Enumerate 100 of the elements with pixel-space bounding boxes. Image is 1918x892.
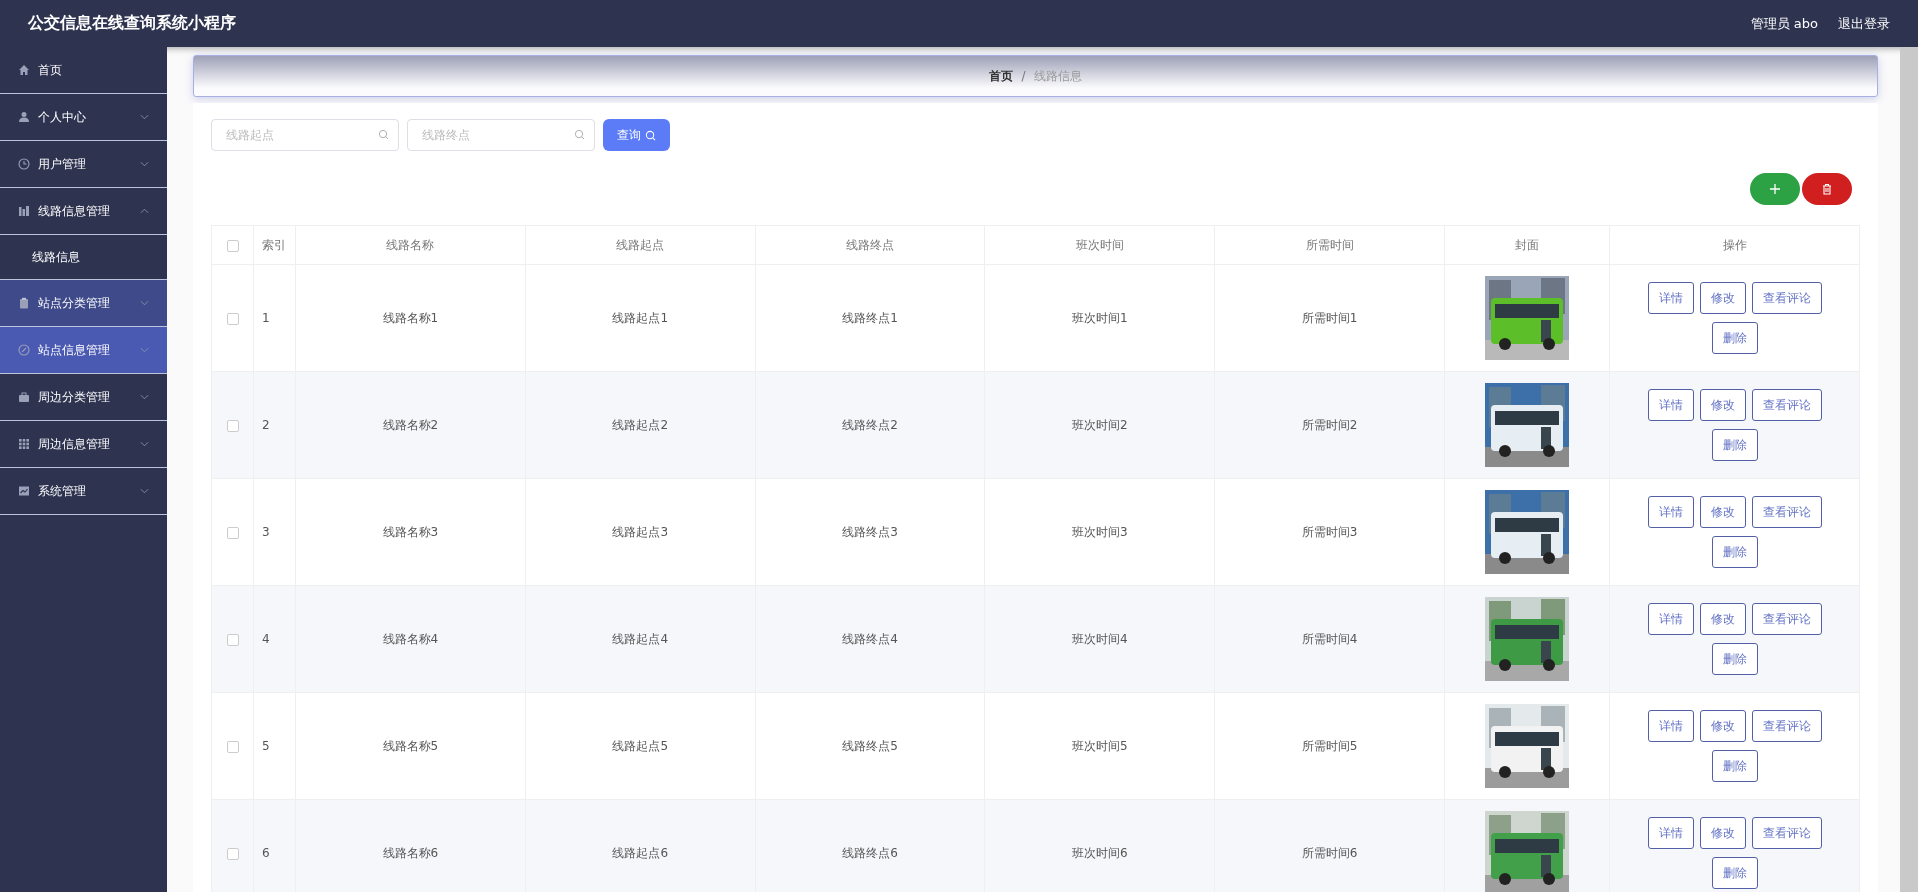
- delete-row-button[interactable]: 删除: [1711, 857, 1758, 889]
- table-cell: 线路名称6: [295, 799, 526, 892]
- table-cell: 所需时间2: [1214, 371, 1445, 479]
- table-cell: 线路终点1: [755, 264, 985, 372]
- table-cell: 6: [253, 799, 296, 892]
- search-field[interactable]: 线路起点: [211, 119, 399, 151]
- logout-link[interactable]: 退出登录: [1838, 14, 1890, 33]
- checkbox[interactable]: [226, 740, 239, 753]
- grid-icon: [18, 438, 30, 450]
- action-button[interactable]: 修改: [1699, 710, 1746, 742]
- action-button[interactable]: 详情: [1647, 817, 1694, 849]
- table-cell: 班次时间5: [984, 692, 1215, 800]
- delete-row-button[interactable]: 删除: [1711, 536, 1758, 568]
- action-button[interactable]: 修改: [1699, 817, 1746, 849]
- sidebar-item[interactable]: 站点分类管理: [0, 280, 167, 327]
- table-cell: 线路终点3: [755, 478, 985, 586]
- scrollbar[interactable]: [1900, 47, 1918, 892]
- table-cell: 线路起点2: [525, 371, 756, 479]
- column-header: 线路终点: [755, 225, 985, 265]
- user-name: 管理员 abo: [1750, 14, 1818, 33]
- compass-icon: [18, 344, 30, 356]
- checkbox[interactable]: [226, 419, 239, 432]
- table-cell: 班次时间2: [984, 371, 1215, 479]
- table-cell: 线路起点6: [525, 799, 756, 892]
- table-cell: 线路起点5: [525, 692, 756, 800]
- action-button[interactable]: 查看评论: [1751, 710, 1822, 742]
- table-cell: 线路名称5: [295, 692, 526, 800]
- action-button[interactable]: 详情: [1647, 710, 1694, 742]
- trash-icon: [1821, 183, 1833, 195]
- sidebar-item[interactable]: 用户管理: [0, 141, 167, 188]
- action-button[interactable]: 详情: [1647, 603, 1694, 635]
- table-cell: 线路起点4: [525, 585, 756, 693]
- add-button[interactable]: [1750, 173, 1800, 205]
- delete-row-button[interactable]: 删除: [1711, 643, 1758, 675]
- breadcrumb-item: 线路信息: [1033, 67, 1082, 85]
- action-button[interactable]: 详情: [1647, 496, 1694, 528]
- table-cell: 线路起点3: [525, 478, 756, 586]
- breadcrumb-item[interactable]: 首页: [989, 67, 1014, 85]
- table-cell: 线路终点2: [755, 371, 985, 479]
- table-cell: 线路名称1: [295, 264, 526, 372]
- checkbox[interactable]: [226, 633, 239, 646]
- delete-row-button[interactable]: 删除: [1711, 750, 1758, 782]
- action-button[interactable]: 详情: [1647, 282, 1694, 314]
- column-header: 操作: [1609, 225, 1860, 265]
- column-header: 线路起点: [525, 225, 756, 265]
- action-button[interactable]: 查看评论: [1751, 496, 1822, 528]
- table-cell: 3: [253, 478, 296, 586]
- table-cell: 班次时间6: [984, 799, 1215, 892]
- sidebar-item[interactable]: 站点信息管理: [0, 327, 167, 374]
- clip-icon: [18, 297, 30, 309]
- action-button[interactable]: 详情: [1647, 389, 1694, 421]
- column-header: 索引: [253, 225, 296, 265]
- sidebar-item[interactable]: 首页: [0, 47, 167, 94]
- sidebar-item[interactable]: 个人中心: [0, 94, 167, 141]
- table-cell: 所需时间3: [1214, 478, 1445, 586]
- table-cell: 所需时间6: [1214, 799, 1445, 892]
- table-cell: 班次时间3: [984, 478, 1215, 586]
- action-button[interactable]: 修改: [1699, 496, 1746, 528]
- column-header: 线路名称: [295, 225, 526, 265]
- action-button[interactable]: 修改: [1699, 282, 1746, 314]
- table-cell: 线路终点6: [755, 799, 985, 892]
- action-button[interactable]: 查看评论: [1751, 282, 1822, 314]
- chevron-down-icon: [140, 300, 149, 306]
- checkbox[interactable]: [226, 847, 239, 860]
- table-cell: 4: [253, 585, 296, 693]
- sidebar-item[interactable]: 线路信息管理: [0, 188, 167, 235]
- search-icon: [378, 129, 389, 140]
- chevron-down-icon: [140, 488, 149, 494]
- action-button[interactable]: 修改: [1699, 603, 1746, 635]
- delete-row-button[interactable]: 删除: [1711, 429, 1758, 461]
- case-icon: [18, 391, 30, 403]
- chevron-down-icon: [140, 114, 149, 120]
- checkbox[interactable]: [226, 312, 239, 325]
- table-cell: 所需时间5: [1214, 692, 1445, 800]
- chevron-down-icon: [140, 394, 149, 400]
- user-icon: [18, 111, 30, 123]
- delete-row-button[interactable]: 删除: [1711, 322, 1758, 354]
- column-header: 所需时间: [1214, 225, 1445, 265]
- table-cell: 班次时间1: [984, 264, 1215, 372]
- action-button[interactable]: 查看评论: [1751, 389, 1822, 421]
- action-button[interactable]: 查看评论: [1751, 817, 1822, 849]
- sidebar-item[interactable]: 周边信息管理: [0, 421, 167, 468]
- chevron-down-icon: [140, 347, 149, 353]
- action-button[interactable]: 查看评论: [1751, 603, 1822, 635]
- search-button[interactable]: 查询: [603, 119, 670, 151]
- sidebar-item[interactable]: 周边分类管理: [0, 374, 167, 421]
- table-cell: 所需时间4: [1214, 585, 1445, 693]
- column-header: 班次时间: [984, 225, 1215, 265]
- checkbox[interactable]: [226, 239, 239, 252]
- sidebar-item[interactable]: 系统管理: [0, 468, 167, 515]
- home-icon: [18, 64, 30, 76]
- search-field[interactable]: 线路终点: [407, 119, 595, 151]
- checkbox[interactable]: [226, 526, 239, 539]
- action-button[interactable]: 修改: [1699, 389, 1746, 421]
- table-cell: 线路名称2: [295, 371, 526, 479]
- table-cell: 线路终点5: [755, 692, 985, 800]
- table-cell: 5: [253, 692, 296, 800]
- delete-button[interactable]: [1802, 173, 1852, 205]
- column-header: 封面: [1444, 225, 1610, 265]
- search-icon: [645, 129, 656, 141]
